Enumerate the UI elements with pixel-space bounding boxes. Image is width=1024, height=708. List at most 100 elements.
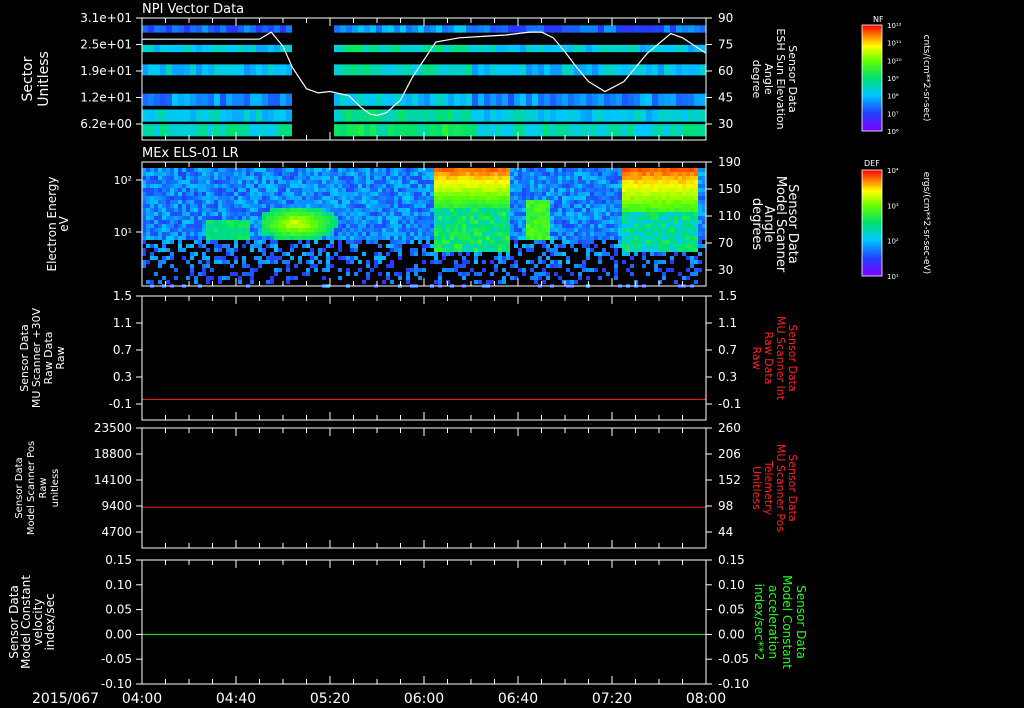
right-ticks: 1.5 1.1 0.7 0.3 -0.1 xyxy=(706,289,741,411)
time-ticks xyxy=(141,560,707,684)
panel-bg xyxy=(142,296,706,420)
y-tick-label: 18800 xyxy=(94,447,132,461)
y-tick-label: 0.10 xyxy=(105,578,132,592)
time-axis-labels: 04:00 04:40 05:20 06:00 06:40 07:20 08:00 xyxy=(122,691,726,707)
y-tick-label: 3.1e+01 xyxy=(80,11,132,25)
right-y-tick-label: 260 xyxy=(718,421,741,435)
colorbar-tick-label: 10¹⁰ xyxy=(887,57,902,65)
right-ticks: 190 150 110 70 30 xyxy=(706,155,741,277)
y-tick-label: -0.1 xyxy=(109,397,132,411)
y-axis-label: Electron EnergyeV xyxy=(45,176,71,271)
colorbar-tick-label: 10¹¹ xyxy=(887,40,902,48)
left-ticks: 1.5 1.1 0.7 0.3 -0.1 xyxy=(109,289,142,411)
time-label: 06:40 xyxy=(498,691,538,707)
y-tick-label: 0.05 xyxy=(105,603,132,617)
right-y-tick-label: 0.10 xyxy=(718,578,745,592)
y-tick-label: 2.5e+01 xyxy=(80,38,132,52)
right-y-axis-label: Sensor DataMU Scanner IntRaw DataRaw xyxy=(750,316,799,401)
time-label: 04:40 xyxy=(216,691,256,707)
right-y-tick-label: 30 xyxy=(718,117,733,131)
left-ticks: 10² 10¹ xyxy=(114,174,142,239)
y-tick-label: -0.10 xyxy=(101,677,132,691)
right-ticks: 260 206 152 98 44 xyxy=(706,421,741,539)
time-label: 06:00 xyxy=(404,691,444,707)
y-tick-label: 14100 xyxy=(94,473,132,487)
right-y-axis-label: Sensor DataModel ScannerAngledegrees xyxy=(749,176,800,273)
y-axis-label: Sensor DataModel Scanner PosRawunitless xyxy=(14,441,61,535)
npi-heatmap xyxy=(142,25,706,137)
npi-vector-panel: NPI Vector Data 3.1e+01 2.5e+01 1.9e+01 1.2… xyxy=(20,2,799,141)
right-y-tick-label: 70 xyxy=(718,236,733,250)
colorbar-tick-label: 10³ xyxy=(887,202,899,210)
y-tick-label: 1.5 xyxy=(113,289,132,303)
right-y-tick-label: 60 xyxy=(718,64,733,78)
panel-title: NPI Vector Data xyxy=(142,2,244,17)
y-tick-label: 10¹ xyxy=(114,226,132,239)
y-axis-label: Sensor DataModel Constantvelocityindex/s… xyxy=(7,575,57,669)
colorbar-tick-label: 10¹ xyxy=(887,273,899,281)
y-tick-label: 4700 xyxy=(101,525,132,539)
colorbar-tick-label: 10⁴ xyxy=(887,167,899,175)
right-y-tick-label: 0.05 xyxy=(718,603,745,617)
colorbar-tick-label: 10⁷ xyxy=(887,110,899,118)
left-ticks: 3.1e+01 2.5e+01 1.9e+01 1.2e+01 6.2e+00 xyxy=(80,11,142,131)
panel-title: MEx ELS-01 LR xyxy=(142,146,239,161)
colorbar-tick-label: 10² xyxy=(887,238,899,246)
colorbar-ticks: 10⁴ 10³ 10² 10¹ xyxy=(887,167,899,281)
y-tick-label: 1.2e+01 xyxy=(80,91,132,105)
time-ticks xyxy=(141,428,707,548)
y-tick-label: 0.7 xyxy=(113,343,132,357)
panel-frame xyxy=(141,427,707,549)
right-y-tick-label: 190 xyxy=(718,155,741,169)
colorbar-label: DEF xyxy=(864,159,880,168)
scanner-raw-panel: 1.5 1.1 0.7 0.3 -0.1 1.5 1.1 0.7 0.3 -0.1 Sensor… xyxy=(18,289,799,421)
colorbar-gradient xyxy=(862,25,882,131)
y-tick-label: 0.00 xyxy=(105,627,132,641)
colorbar-tick-label: 10⁶ xyxy=(887,128,899,136)
right-y-tick-label: 90 xyxy=(718,11,733,25)
colorbar-units: ergs/(cm**2-sr-sec-eV) xyxy=(921,172,931,274)
right-y-axis-label: Sensor DataESH Sun ElevationAngledegree xyxy=(750,28,799,129)
right-y-tick-label: 45 xyxy=(718,91,733,105)
left-ticks: 23500 18800 14100 9400 4700 xyxy=(94,421,142,539)
right-ticks: 0.15 0.10 0.05 0.00 -0.05 -0.10 xyxy=(706,553,749,691)
right-y-tick-label: 150 xyxy=(718,182,741,196)
nf-colorbar: NF 10¹² 10¹¹ 10¹⁰ 10⁹ 10⁸ 10⁷ 10⁶ cnts/(cm**2-… xyxy=(861,15,931,136)
right-y-tick-label: 30 xyxy=(718,263,733,277)
y-tick-label: 0.3 xyxy=(113,370,132,384)
y-tick-label: 10² xyxy=(114,174,132,187)
right-y-tick-label: -0.05 xyxy=(718,652,749,666)
right-y-tick-label: 0.3 xyxy=(718,370,737,384)
right-y-tick-label: 75 xyxy=(718,38,733,52)
y-tick-label: 23500 xyxy=(94,421,132,435)
right-y-tick-label: 0.7 xyxy=(718,343,737,357)
time-label: 05:20 xyxy=(310,691,350,707)
els-heatmap xyxy=(142,168,706,288)
right-y-tick-label: 0.15 xyxy=(718,553,745,567)
right-y-axis-label: Sensor DataMU Scanner PosTelemetryUnitle… xyxy=(750,444,799,533)
y-tick-label: 1.9e+01 xyxy=(80,64,132,78)
time-label: 08:00 xyxy=(686,691,726,707)
time-label: 07:20 xyxy=(592,691,632,707)
colorbar-tick-label: 10¹² xyxy=(887,22,902,30)
colorbar-label: NF xyxy=(873,15,884,24)
colorbar-units: cnts/(cm**2-sr-sec) xyxy=(921,35,931,122)
right-y-tick-label: 110 xyxy=(718,209,741,223)
y-tick-label: 9400 xyxy=(101,499,132,513)
mission-plot: NPI Vector Data 3.1e+01 2.5e+01 1.9e+01 1.2… xyxy=(7,2,931,707)
y-axis-label: Sensor DataMU Scanner +30VRaw DataRaw xyxy=(18,307,67,408)
y-tick-label: 0.15 xyxy=(105,553,132,567)
panel-frame xyxy=(141,559,707,685)
right-y-tick-label: 1.5 xyxy=(718,289,737,303)
left-ticks: 0.15 0.10 0.05 0.00 -0.05 -0.10 xyxy=(101,553,142,691)
y-tick-label: 6.2e+00 xyxy=(80,117,132,131)
right-y-tick-label: -0.1 xyxy=(718,397,741,411)
right-y-axis-label: Sensor DataModel Constantaccelerationind… xyxy=(752,575,808,669)
y-axis-label: SectorUnitless xyxy=(20,51,52,107)
colorbar-ticks: 10¹² 10¹¹ 10¹⁰ 10⁹ 10⁸ 10⁷ 10⁶ xyxy=(887,22,902,136)
right-y-tick-label: 152 xyxy=(718,473,741,487)
right-y-tick-label: 1.1 xyxy=(718,316,737,330)
mex-els-panel: MEx ELS-01 LR 10² 10¹ 190 150 110 70 30 Elect… xyxy=(45,146,800,288)
right-y-tick-label: 0.00 xyxy=(718,627,745,641)
right-y-tick-label: 206 xyxy=(718,447,741,461)
